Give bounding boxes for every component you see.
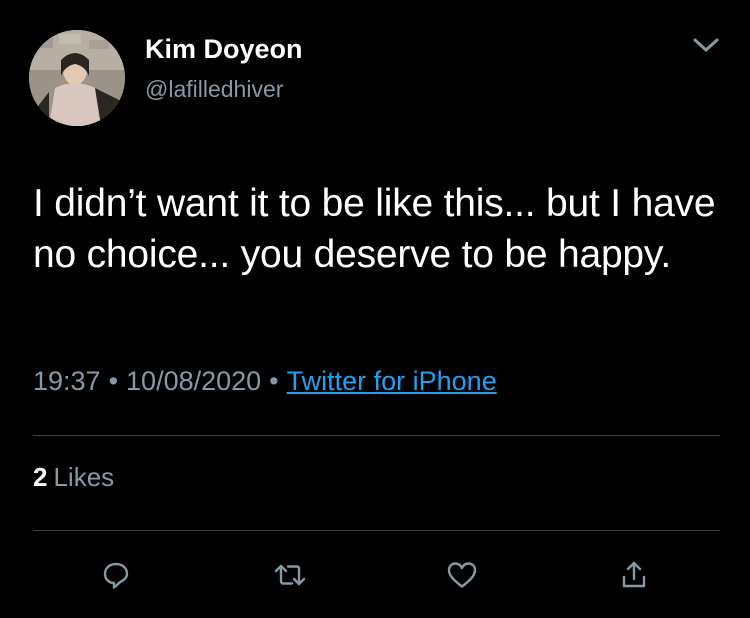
display-name[interactable]: Kim Doyeon xyxy=(145,34,303,65)
meta-separator: • xyxy=(108,366,119,396)
source-link[interactable]: Twitter for iPhone xyxy=(287,366,497,396)
tweet-card: Kim Doyeon @lafilledhiver I didn’t want … xyxy=(0,0,750,618)
tweet-time: 19:37 xyxy=(33,366,101,396)
share-icon[interactable] xyxy=(614,555,654,595)
avatar[interactable] xyxy=(29,30,125,126)
tweet-date: 10/08/2020 xyxy=(126,366,262,396)
tweet-meta: 19:37 • 10/08/2020 • Twitter for iPhone xyxy=(33,366,497,397)
meta-separator: • xyxy=(269,366,279,396)
likes-stat[interactable]: 2 Likes xyxy=(33,462,114,493)
likes-count: 2 xyxy=(33,462,48,492)
divider xyxy=(33,530,720,531)
avatar-image xyxy=(29,30,125,126)
heart-icon[interactable] xyxy=(442,555,482,595)
divider xyxy=(33,435,720,436)
tweet-text: I didn’t want it to be like this... but … xyxy=(33,182,716,276)
retweet-icon[interactable] xyxy=(270,555,310,595)
reply-icon[interactable] xyxy=(96,555,136,595)
chevron-down-icon[interactable] xyxy=(688,30,724,60)
user-handle[interactable]: @lafilledhiver xyxy=(145,76,283,103)
likes-label: Likes xyxy=(53,462,115,492)
